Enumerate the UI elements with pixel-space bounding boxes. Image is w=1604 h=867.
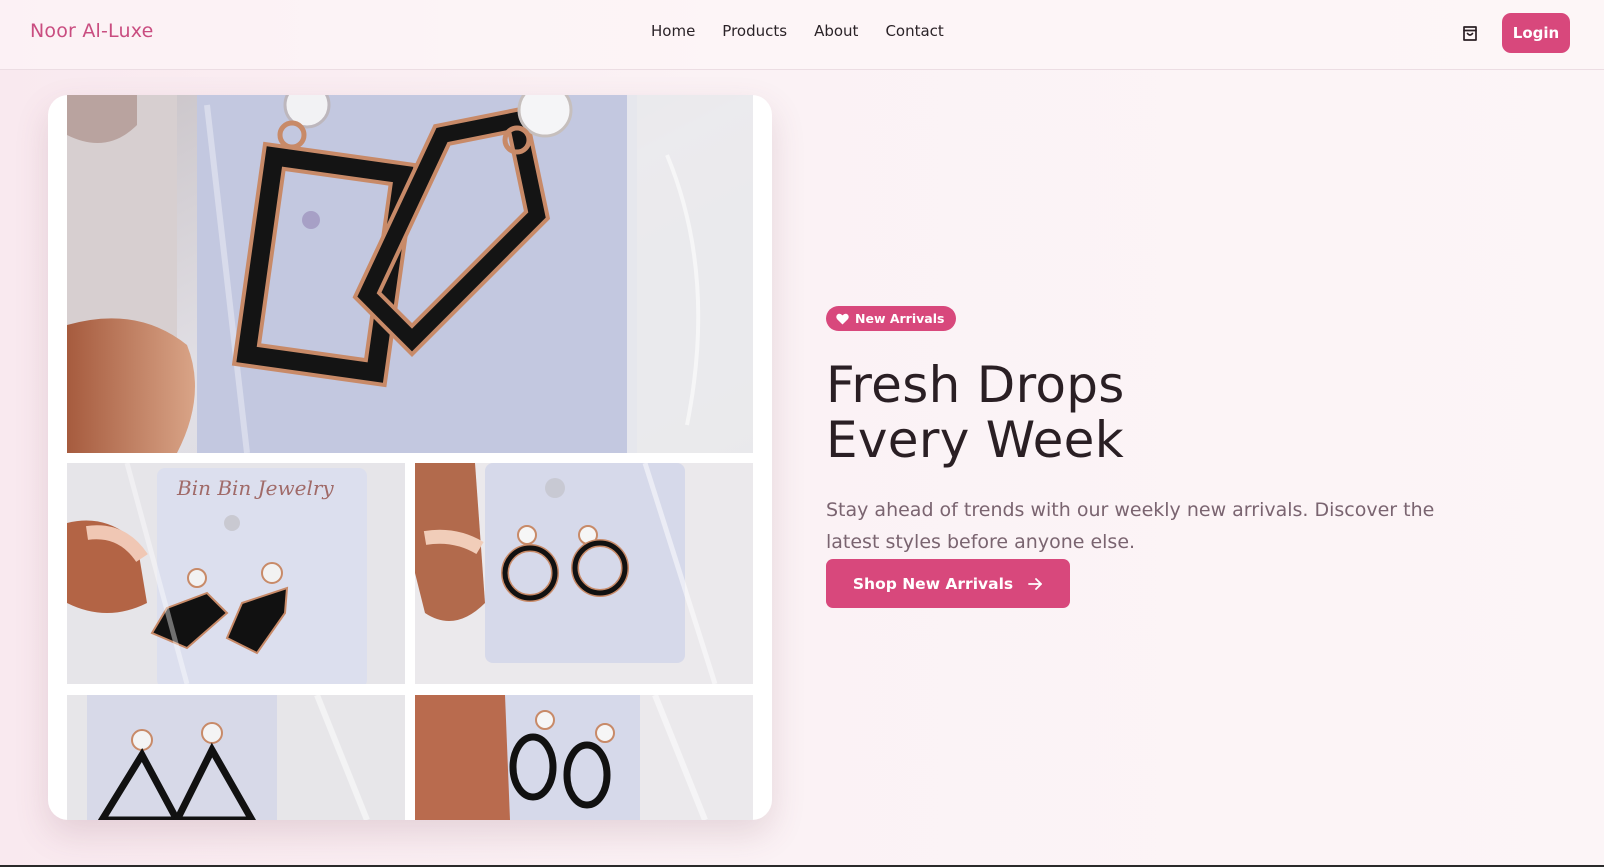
top-nav: Noor Al-Luxe Home Products About Contact… <box>0 0 1604 70</box>
badge-label: New Arrivals <box>855 311 945 326</box>
arrow-right-icon <box>1028 577 1043 590</box>
new-arrivals-badge: New Arrivals <box>826 306 957 331</box>
shopping-bag-icon[interactable] <box>1460 23 1480 43</box>
gallery-image-main[interactable] <box>67 95 753 453</box>
shop-new-arrivals-button[interactable]: Shop New Arrivals <box>826 559 1070 608</box>
gallery-image-kite-earrings[interactable]: Bin Bin Jewelry <box>67 463 405 684</box>
gallery-image-oval-hoops[interactable] <box>415 695 753 820</box>
hero-headline: Fresh Drops Every Week <box>826 358 1125 468</box>
nav-link-products[interactable]: Products <box>722 22 787 40</box>
shop-button-label: Shop New Arrivals <box>852 574 1014 593</box>
heart-icon <box>836 313 849 324</box>
gallery-image-triangle-earrings[interactable] <box>67 695 405 820</box>
login-button[interactable]: Login <box>1502 13 1570 53</box>
hero-subtitle: Stay ahead of trends with our weekly new… <box>826 499 1435 553</box>
gallery-image-round-hoops[interactable] <box>415 463 753 684</box>
nav-link-about[interactable]: About <box>814 22 858 40</box>
headline-line-1: Fresh Drops <box>826 356 1125 414</box>
nav-link-home[interactable]: Home <box>651 22 695 40</box>
product-gallery-card: Bin Bin Jewelry <box>48 95 772 820</box>
headline-line-2: Every Week <box>826 411 1124 469</box>
brand-logo[interactable]: Noor Al-Luxe <box>30 20 154 42</box>
main-menu: Home Products About Contact <box>651 22 971 40</box>
nav-link-contact[interactable]: Contact <box>885 22 943 40</box>
card-brand-text: Bin Bin Jewelry <box>176 476 334 500</box>
